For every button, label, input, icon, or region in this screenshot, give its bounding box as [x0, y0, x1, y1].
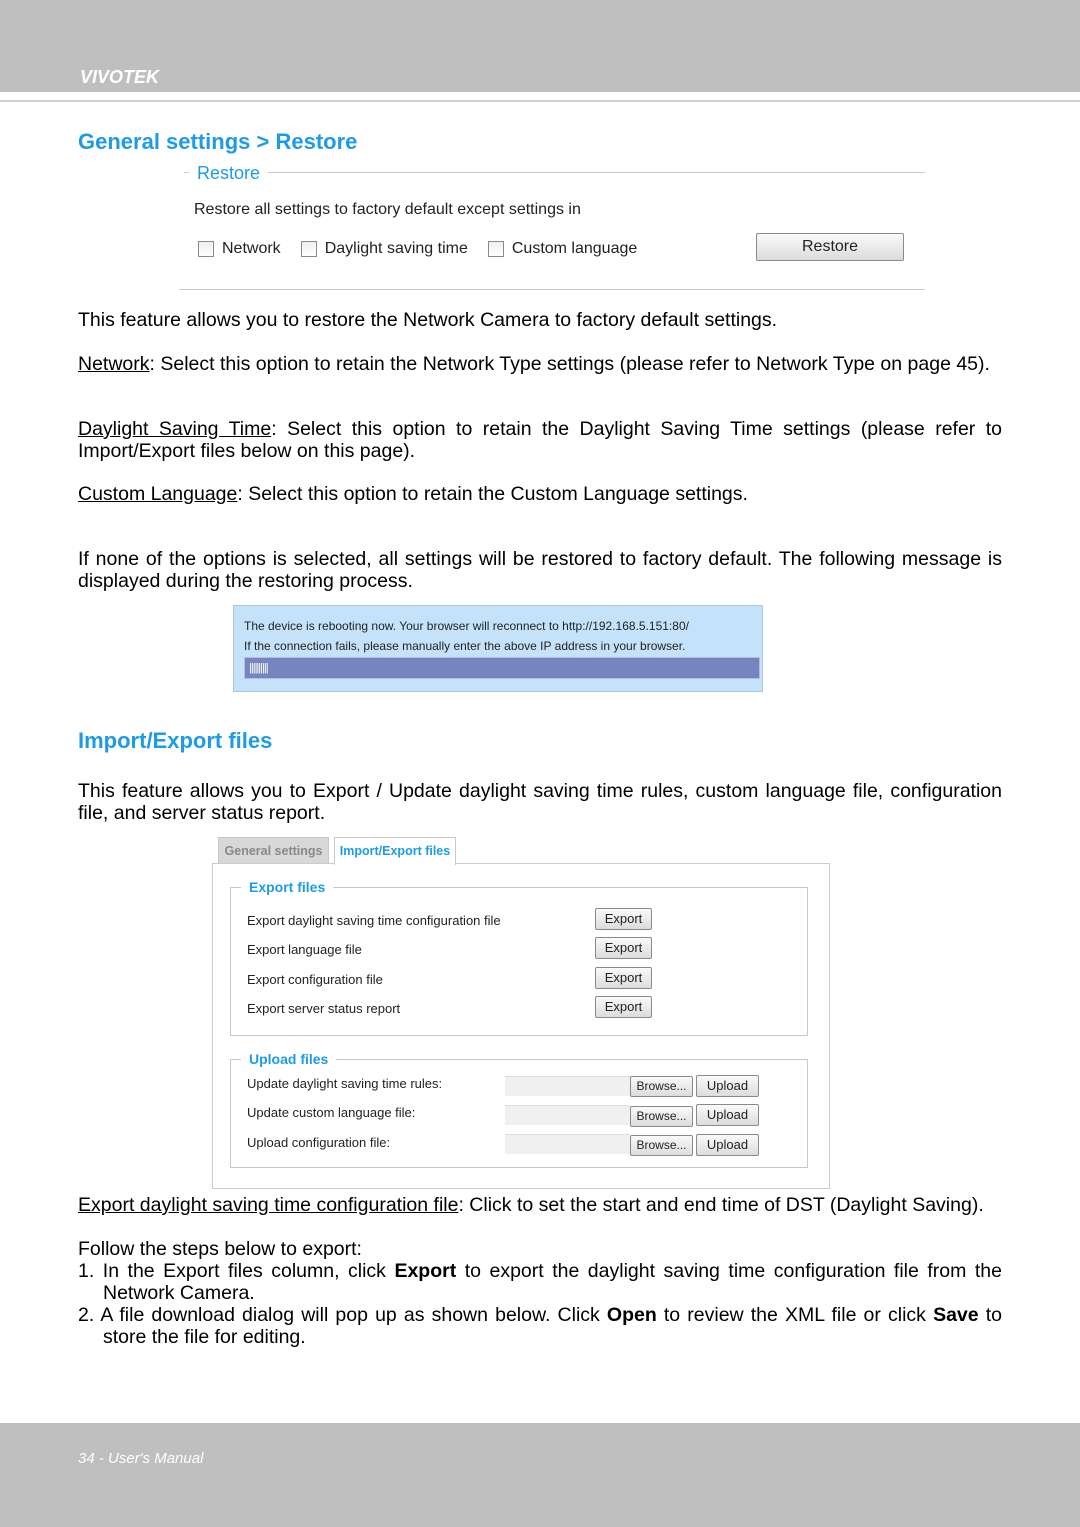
export-status-button[interactable]: Export: [595, 996, 652, 1018]
network-checkbox[interactable]: Network: [198, 240, 281, 258]
restore-button[interactable]: Restore: [756, 233, 904, 261]
paragraph: Network: Select this option to retain th…: [78, 353, 990, 375]
page-header: VIVOTEK: [0, 0, 1080, 92]
export-dst-button[interactable]: Export: [595, 908, 652, 930]
paragraph: Daylight Saving Time: Select this option…: [78, 418, 1003, 462]
upload-button[interactable]: Upload: [696, 1075, 759, 1097]
paragraph: This feature allows you to Export / Upda…: [78, 780, 1002, 824]
divider: [0, 100, 1080, 102]
export-row-label: Export configuration file: [247, 972, 383, 987]
export-legend: Export files: [241, 879, 334, 895]
restore-text: Restore all settings to factory default …: [194, 201, 581, 218]
section-title: Import/Export files: [78, 728, 273, 753]
paragraph: Custom Language: Select this option to r…: [78, 483, 748, 505]
upload-button[interactable]: Upload: [696, 1134, 759, 1156]
upload-legend: Upload files: [241, 1051, 337, 1067]
step-2: 2. A file download dialog will pop up as…: [78, 1304, 1002, 1348]
brand-logo: VIVOTEK: [80, 67, 160, 87]
export-row-label: Export server status report: [247, 1001, 401, 1016]
tab-general-settings[interactable]: General settings: [218, 837, 329, 864]
upload-row-label: Upload configuration file:: [247, 1135, 391, 1150]
custom-language-checkbox[interactable]: Custom language: [487, 240, 637, 258]
daylight-saving-checkbox[interactable]: Daylight saving time: [300, 240, 468, 258]
upload-button[interactable]: Upload: [696, 1104, 759, 1126]
section-title: General settings > Restore: [78, 129, 358, 154]
browse-button[interactable]: Browse...: [630, 1106, 693, 1127]
export-row-label: Export language file: [247, 942, 362, 957]
browse-button[interactable]: Browse...: [630, 1076, 693, 1097]
browse-button[interactable]: Browse...: [630, 1135, 693, 1156]
step-1: 1. In the Export files column, click Exp…: [78, 1260, 1002, 1304]
progress-bar: ||||||||||: [244, 657, 760, 679]
paragraph: This feature allows you to restore the N…: [78, 309, 778, 331]
page-footer: 34 - User's Manual: [0, 1423, 1080, 1527]
paragraph: If none of the options is selected, all …: [78, 548, 1002, 592]
export-row-label: Export daylight saving time configuratio…: [247, 913, 501, 928]
upload-row-label: Update daylight saving time rules:: [247, 1076, 443, 1091]
reboot-message-box: The device is rebooting now. Your browse…: [233, 605, 763, 692]
tab-import-export[interactable]: Import/Export files: [334, 837, 456, 865]
paragraph: Follow the steps below to export:: [78, 1238, 362, 1260]
page-number: 34 - User's Manual: [78, 1450, 204, 1467]
dst-file-input[interactable]: [505, 1076, 630, 1096]
language-file-input[interactable]: [505, 1105, 630, 1125]
config-file-input[interactable]: [505, 1134, 630, 1154]
restore-legend: Restore: [189, 163, 269, 184]
export-config-button[interactable]: Export: [595, 967, 652, 989]
paragraph: Export daylight saving time configuratio…: [78, 1194, 984, 1216]
reboot-line1: The device is rebooting now. Your browse…: [244, 619, 689, 633]
reboot-line2: If the connection fails, please manually…: [244, 639, 686, 653]
export-language-button[interactable]: Export: [595, 937, 652, 959]
upload-row-label: Update custom language file:: [247, 1105, 416, 1120]
